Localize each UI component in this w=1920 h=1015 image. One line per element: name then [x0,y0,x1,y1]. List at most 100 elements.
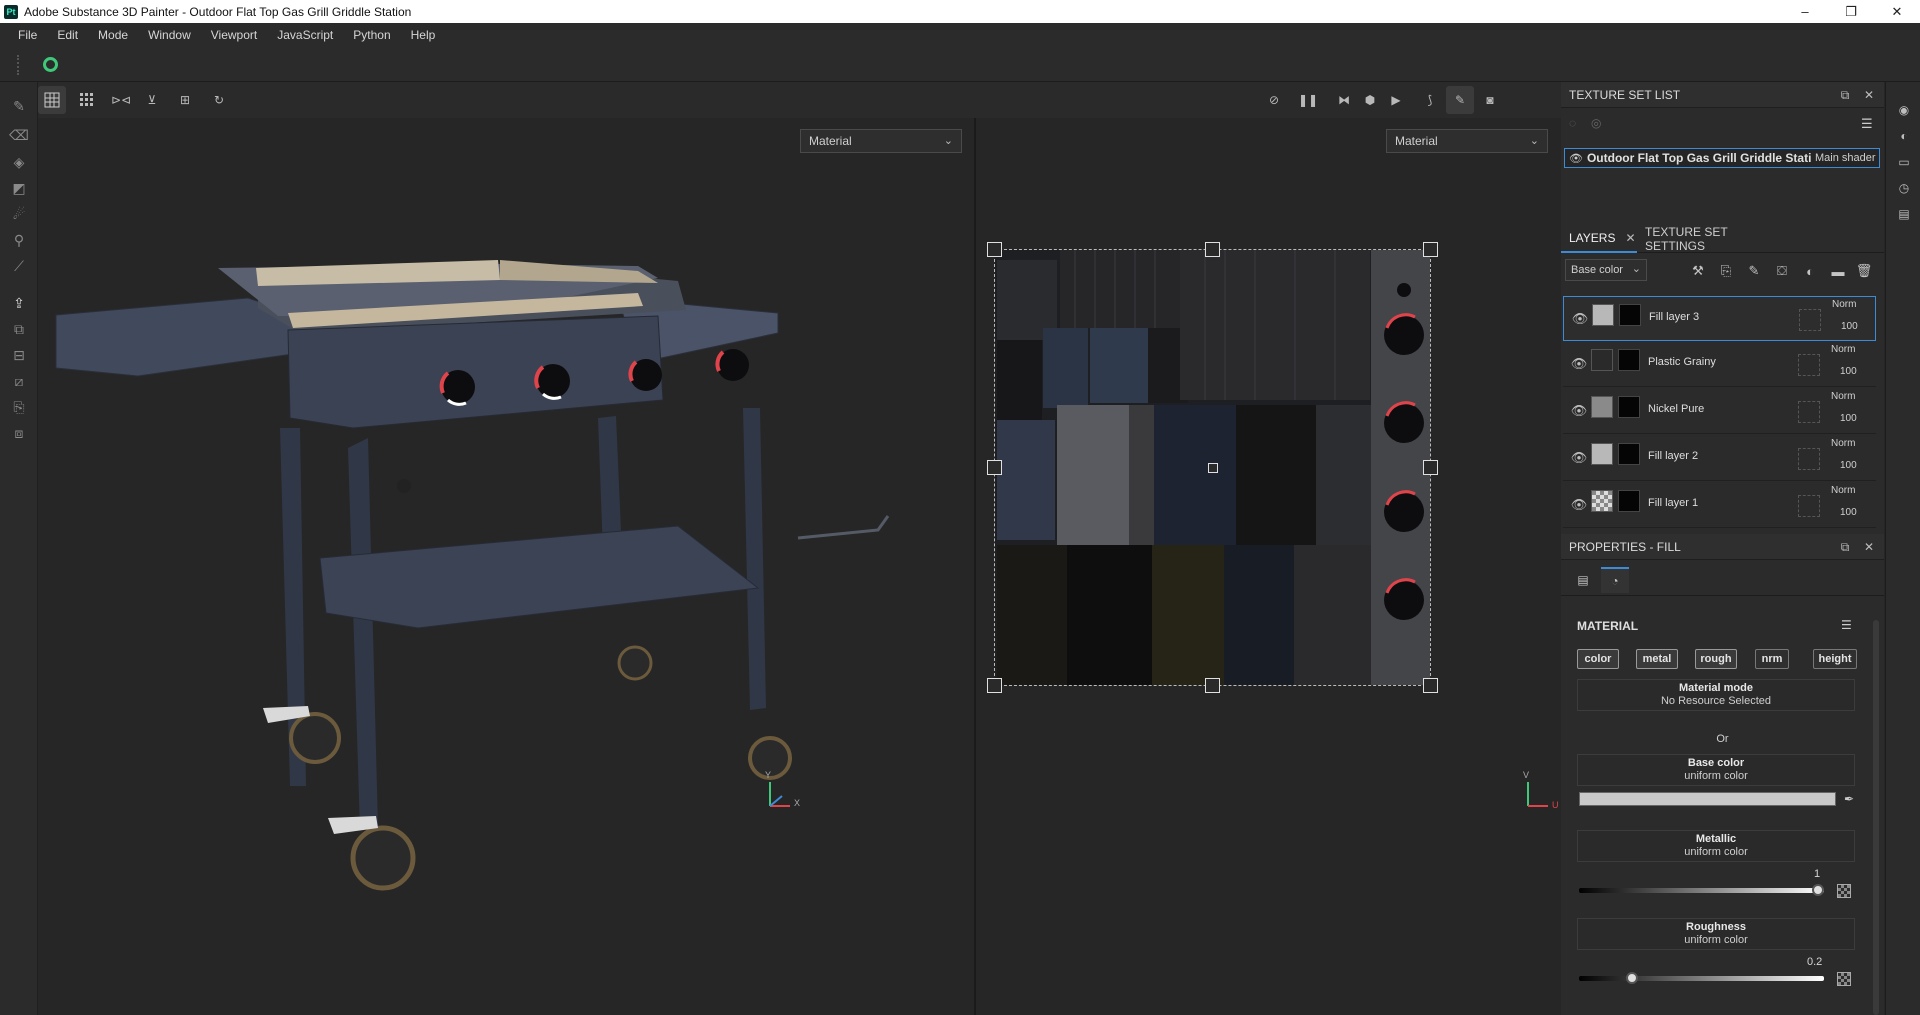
base-color-swatch[interactable] [1579,792,1836,806]
texture-set-shader[interactable]: Main shader [1811,152,1876,164]
status-ring-icon[interactable] [43,57,58,72]
uv-texture-frame[interactable] [987,242,1438,693]
menu-mode[interactable]: Mode [88,28,138,42]
layer-mask-slot[interactable] [1798,401,1820,423]
metallic-slider[interactable] [1579,884,1824,896]
transform-handle-t[interactable] [1205,242,1220,257]
eye-icon[interactable]: 👁 [1571,403,1588,419]
blend-mode-select[interactable]: Norm [1831,485,1855,496]
mirror-x-icon[interactable]: ⊳⊲ [107,86,135,114]
clone-stamp-icon[interactable]: ⚲ [6,228,32,252]
layer-row[interactable]: 👁 Plastic Grainy Norm 100 [1563,342,1876,387]
bake-icon[interactable]: ⇪ [6,291,32,315]
channel-height-button[interactable]: height [1813,649,1857,669]
layer-opacity[interactable]: 100 [1840,507,1857,518]
camera-icon[interactable]: ▶ [1382,86,1410,114]
layer-mask-slot[interactable] [1798,495,1820,517]
transform-handle-b[interactable] [1205,678,1220,693]
transform-handle-br[interactable] [1423,678,1438,693]
shelf-icon[interactable]: ⧈ [6,421,32,445]
visibility-all-icon[interactable]: ◌ [1569,116,1576,130]
hide-icon[interactable]: ⊘ [1260,86,1288,114]
add-mask-icon[interactable]: ⎘ [1717,262,1735,280]
grid-view-icon[interactable] [73,86,101,114]
metallic-box[interactable]: Metallic uniform color [1577,830,1855,862]
transform-handle-r[interactable] [1423,460,1438,475]
frame-selection-icon[interactable]: ⊞ [171,86,199,114]
section-menu-icon[interactable]: ☰ [1841,618,1852,632]
layer-row[interactable]: 👁 Fill layer 1 Norm 100 [1563,483,1876,528]
viewport-2d-mode-select[interactable]: Material ⌄ [1386,129,1548,153]
tab-texture-set-settings[interactable]: TEXTURE SET SETTINGS [1645,225,1785,253]
properties-scrollbar[interactable] [1873,620,1879,1015]
shelf-panel-icon[interactable]: ▭ [1894,152,1914,172]
display-cube-icon[interactable]: ⬢ [1356,86,1384,114]
quick-mask-icon[interactable]: ⧉ [6,317,32,341]
delete-layer-icon[interactable]: 🗑 [1855,262,1873,280]
symmetry-icon[interactable]: ⧓ [1330,86,1358,114]
assets-icon[interactable]: ◉ [1894,100,1914,120]
blend-mode-select[interactable]: Norm [1831,438,1855,449]
layer-mask-thumbnail[interactable] [1618,490,1640,512]
solo-icon[interactable]: ◎ [1591,116,1601,130]
channel-metal-button[interactable]: metal [1636,649,1678,669]
channel-select[interactable]: Base color ⌄ [1565,259,1647,281]
eraser-icon[interactable]: ⌫ [6,123,32,147]
menu-file[interactable]: File [8,28,47,42]
paint-mode-icon[interactable]: ⟆ [1416,86,1444,114]
export-icon[interactable]: ⎘ [6,395,32,419]
menu-javascript[interactable]: JavaScript [267,28,343,42]
layer-opacity[interactable]: 100 [1840,460,1857,471]
texture-input-icon[interactable] [1837,972,1851,986]
geometry-mask-icon[interactable]: ◩ [6,176,32,200]
viewport-2d[interactable]: Material ⌄ V U [976,118,1561,1015]
screenshot-icon[interactable]: ◙ [1476,86,1504,114]
roughness-value[interactable]: 0.2 [1807,956,1822,968]
add-fill-layer-icon[interactable]: ⛋ [1773,262,1791,280]
transform-handle-tr[interactable] [1423,242,1438,257]
add-effect-icon[interactable]: ⚒ [1689,262,1707,280]
layer-row[interactable]: 👁 Fill layer 2 Norm 100 [1563,436,1876,481]
layer-opacity[interactable]: 100 [1840,366,1857,377]
menu-viewport[interactable]: Viewport [201,28,267,42]
layer-mask-slot[interactable] [1798,354,1820,376]
eye-icon[interactable]: 👁 [1571,497,1588,513]
uv-tools-icon[interactable]: ⧄ [6,369,32,393]
close-panel-icon[interactable]: ✕ [1861,87,1877,103]
color-picker-icon[interactable]: ⟋ [6,254,32,278]
close-window-button[interactable]: ✕ [1874,0,1920,23]
menu-window[interactable]: Window [138,28,201,42]
add-paint-layer-icon[interactable]: ✎ [1745,262,1763,280]
transform-handle-bl[interactable] [987,678,1002,693]
tab-layers[interactable]: LAYERS ✕ [1561,225,1637,253]
eye-icon[interactable]: 👁 [1565,152,1583,165]
material-tab-icon[interactable]: ◔ [1601,567,1629,593]
layer-row[interactable]: 👁 Nickel Pure Norm 100 [1563,389,1876,434]
transform-handle-l[interactable] [987,460,1002,475]
layer-mask-thumbnail[interactable] [1618,443,1640,465]
projection-icon[interactable]: ◈ [6,150,32,174]
baking-toggle-icon[interactable]: ⊟ [6,343,32,367]
blend-mode-select[interactable]: Norm [1831,391,1855,402]
layer-opacity[interactable]: 100 [1841,321,1858,332]
transform-handle-center[interactable] [1208,463,1218,473]
eye-icon[interactable]: 👁 [1571,356,1588,372]
transform-handle-tl[interactable] [987,242,1002,257]
layer-mask-thumbnail[interactable] [1619,304,1641,326]
layout-3d2d-icon[interactable] [38,86,66,114]
layer-mask-thumbnail[interactable] [1618,396,1640,418]
add-smart-material-icon[interactable]: ◐ [1801,262,1819,280]
layer-opacity[interactable]: 100 [1840,413,1857,424]
log-icon[interactable]: ▤ [1894,204,1914,224]
history-icon[interactable]: ↻ [205,86,233,114]
eye-icon[interactable]: 👁 [1572,311,1589,327]
layer-mask-thumbnail[interactable] [1618,349,1640,371]
close-panel-icon[interactable]: ✕ [1861,539,1877,555]
channel-rough-button[interactable]: rough [1695,649,1737,669]
add-folder-icon[interactable]: ▬ [1829,262,1847,280]
eye-icon[interactable]: 👁 [1571,450,1588,466]
mirror-y-icon[interactable]: ⊻ [138,86,166,114]
channel-nrm-button[interactable]: nrm [1755,649,1789,669]
float-panel-icon[interactable]: ⧉ [1837,539,1853,555]
blend-mode-select[interactable]: Norm [1832,299,1856,310]
